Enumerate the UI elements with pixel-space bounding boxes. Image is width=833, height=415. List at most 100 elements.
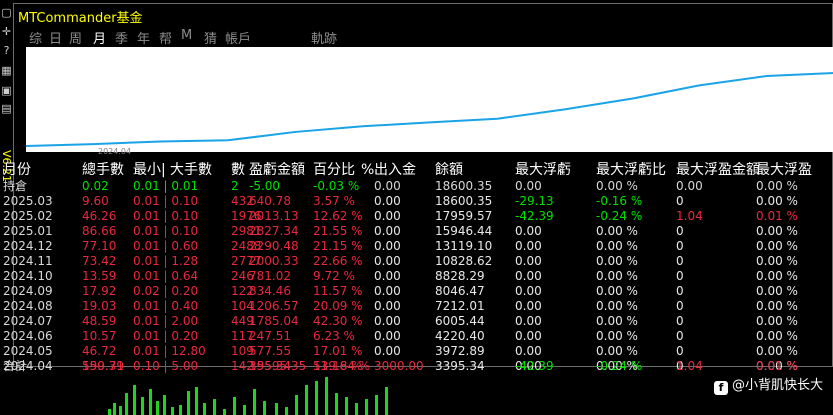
crosshair-icon[interactable]: ✛ xyxy=(0,25,13,39)
table-cell: 0.00 % xyxy=(596,239,638,253)
table-cell: -42.39 xyxy=(515,209,554,223)
table-cell: 0 xyxy=(676,254,684,268)
table-cell: 19.03 xyxy=(82,299,117,313)
column-header: 最大浮虧 xyxy=(515,162,571,178)
period-tab[interactable]: 月 xyxy=(93,28,106,47)
candle xyxy=(119,406,122,415)
column-header: 最大浮盈 xyxy=(756,162,812,178)
column-header: 百分比 xyxy=(313,162,355,178)
table-cell: 15946.44 xyxy=(435,224,493,238)
candlestick-strip xyxy=(108,377,388,415)
window-tool-icon[interactable]: ▣ xyxy=(0,84,13,98)
table-cell: 0.00 xyxy=(515,344,542,358)
table-cell: 0.00 xyxy=(515,239,542,253)
candle xyxy=(195,387,198,415)
table-cell: 0.00 % xyxy=(596,269,638,283)
table-cell: 77.10 xyxy=(82,239,117,253)
column-header: 出入金 xyxy=(374,162,416,178)
table-row[interactable]: 2024.11 73.42 0.01 | 1.28 2777 2000.33 22.66 … xyxy=(3,254,818,269)
candle xyxy=(149,389,152,415)
period-tab[interactable]: 季 xyxy=(115,28,128,47)
table-cell: 0.00 % xyxy=(756,224,798,238)
table-cell: 0 xyxy=(676,299,684,313)
table-row[interactable]: 2024.12 77.10 0.01 | 0.60 2488 2290.48 21.15 … xyxy=(3,239,818,254)
table-cell: 0.00 xyxy=(374,284,401,298)
candle xyxy=(305,385,308,415)
candle xyxy=(108,409,111,415)
chart-tool-icon[interactable]: ▦ xyxy=(0,64,13,78)
table-cell: 42.30 % xyxy=(313,314,363,328)
monthly-stats-table: 月份 總手數 最小| 大手數 數盈虧金額 百分比% 出入金 餘額 最大浮虧 最大浮虧比 最大浮盈金額… xyxy=(3,162,818,374)
table-cell: 0.00 % xyxy=(596,344,638,358)
table-cell: 0.02 xyxy=(82,179,109,193)
table-row[interactable]: 2025.01 86.66 0.01 | 0.10 2981 2827.34 21.55 … xyxy=(3,224,818,239)
table-cell: 0.01 | 0.20 xyxy=(133,329,199,343)
table-cell: 6.23 % xyxy=(313,329,355,343)
candle xyxy=(156,401,159,415)
table-cell: 73.42 xyxy=(82,254,117,268)
table-cell: 48.59 xyxy=(82,314,117,328)
period-tab[interactable]: M xyxy=(181,28,192,43)
table-cell: 1785.04 xyxy=(249,314,299,328)
table-cell: 10.57 xyxy=(82,329,117,343)
box-icon[interactable]: ▢ xyxy=(0,6,13,20)
table-cell: 0.00 xyxy=(374,314,401,328)
table-row[interactable]: 2024.10 13.59 0.01 | 0.64 246 781.02 9.72 % 0.… xyxy=(3,269,818,284)
table-row[interactable]: 2024.09 17.92 0.02 | 0.20 122 834.46 11.57 % 0… xyxy=(3,284,818,299)
table-cell: -29.13 xyxy=(515,194,554,208)
table-cell: 9.72 % xyxy=(313,269,355,283)
question-icon[interactable]: ? xyxy=(0,44,13,58)
table-row[interactable]: 2024.05 46.72 0.01 | 12.80 109 577.55 17.01 %… xyxy=(3,344,818,359)
table-cell: 0.00 % xyxy=(756,269,798,283)
table-cell: 0 xyxy=(676,269,684,283)
table-cell: 2024.12 xyxy=(3,239,53,253)
table-cell: 0.00 % xyxy=(596,254,638,268)
table-cell: 0.00 xyxy=(374,254,401,268)
table-cell: 0.00 % xyxy=(756,254,798,268)
table-cell: 2024.09 xyxy=(3,284,53,298)
table-cell: 0.01 | 1.28 xyxy=(133,254,199,268)
candle xyxy=(125,393,128,415)
table-row[interactable]: 2024.07 48.59 0.01 | 2.00 449 1785.04 42.30 %… xyxy=(3,314,818,329)
table-cell: 577.55 xyxy=(249,344,291,358)
table-cell: 0.01 | 12.80 xyxy=(133,344,206,358)
column-header: 月份 xyxy=(3,162,31,178)
column-header: 最小| xyxy=(133,162,166,178)
table-cell: 17.92 xyxy=(82,284,117,298)
period-tab[interactable]: 年 xyxy=(137,28,150,47)
table-cell: 0.01 | 0.60 xyxy=(133,239,199,253)
table-cell: 0 xyxy=(676,314,684,328)
table-row[interactable]: 2025.02 46.26 0.01 | 0.10 1976 2013.13 12.62 … xyxy=(3,209,818,224)
table-cell: 640.78 xyxy=(249,194,291,208)
table-cell: 0.00 xyxy=(374,239,401,253)
table-cell: 21.15 % xyxy=(313,239,363,253)
table-row[interactable]: 2024.08 19.03 0.01 | 0.40 104 1206.57 20.09 %… xyxy=(3,299,818,314)
holding-row[interactable]: 持倉 0.02 0.01 | 0.01 2 -5.00 -0.03 % 0.00 18600.… xyxy=(3,179,818,194)
period-tab[interactable]: 帳戶 xyxy=(225,28,251,47)
period-tab[interactable]: 日 xyxy=(49,28,62,47)
column-header: 最大浮虧比 xyxy=(596,162,666,178)
period-tab[interactable]: 周 xyxy=(69,28,82,47)
table-cell: 1.04 xyxy=(676,209,703,223)
candle xyxy=(295,395,298,415)
table-row[interactable]: 2025.03 9.60 0.01 | 0.10 432 640.78 3.57 % 0.0… xyxy=(3,194,818,209)
period-tab[interactable]: 軌跡 xyxy=(311,28,337,47)
table-cell: 46.72 xyxy=(82,344,117,358)
table-cell: 0 xyxy=(676,239,684,253)
period-tab[interactable]: 猜 xyxy=(204,28,217,47)
table-cell: 17.01 % xyxy=(313,344,363,358)
candle xyxy=(315,381,318,415)
candle xyxy=(187,391,190,415)
table-cell: 20.09 % xyxy=(313,299,363,313)
period-tab[interactable]: 帮 xyxy=(159,28,172,47)
table-cell: 2025.03 xyxy=(3,194,53,208)
panel-title: MTCommander基金 xyxy=(18,11,143,26)
period-tab[interactable]: 综 xyxy=(29,28,42,47)
column-header: % xyxy=(361,162,375,178)
candle xyxy=(355,403,358,415)
chart-x-label: 2024.04 xyxy=(98,147,132,156)
table-cell: 17959.57 xyxy=(435,209,493,223)
table-row[interactable]: 2024.06 10.57 0.01 | 0.20 117 247.51 6.23 % 0.… xyxy=(3,329,818,344)
candle xyxy=(179,405,182,415)
bars-tool-icon[interactable]: ▤ xyxy=(0,102,13,116)
